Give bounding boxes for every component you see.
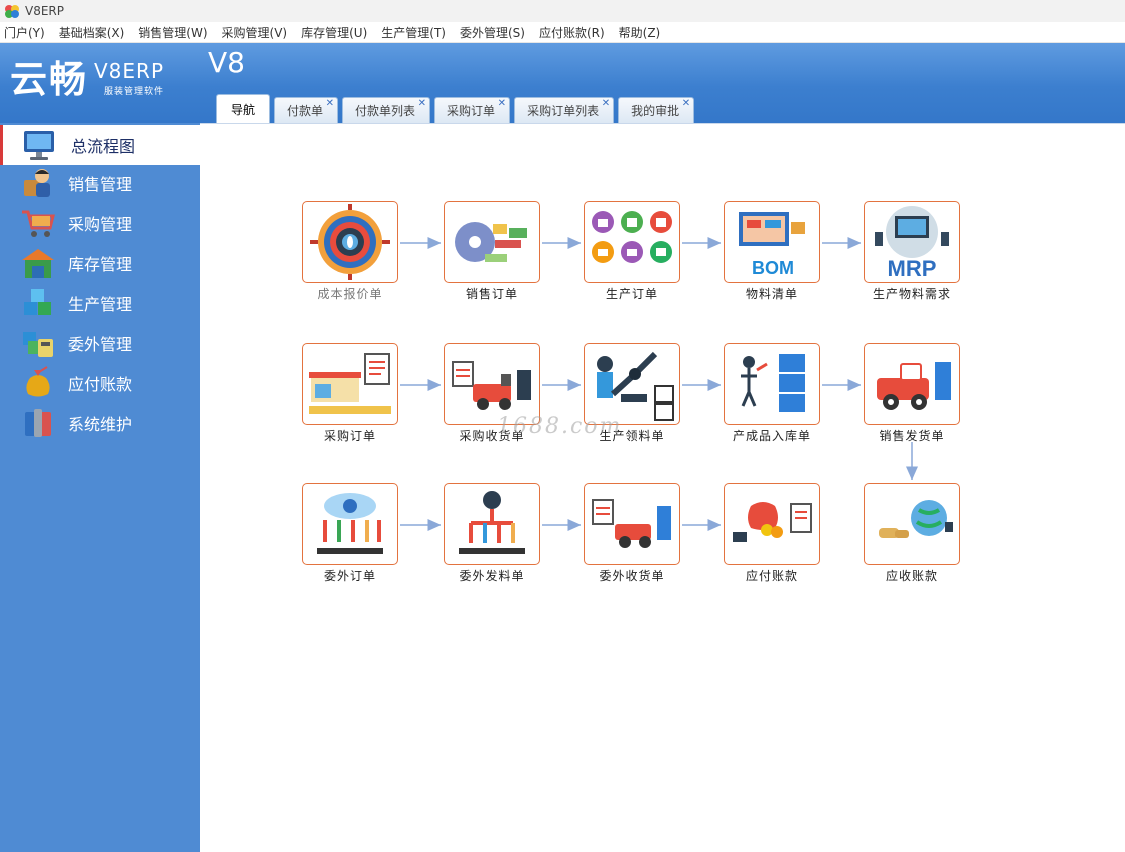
close-icon[interactable]: ✕ xyxy=(498,99,506,109)
close-icon[interactable]: ✕ xyxy=(602,99,610,109)
sidebar-item-label: 委外管理 xyxy=(68,335,133,354)
watermark: 1688.com xyxy=(497,414,623,439)
warehouse-icon xyxy=(22,249,54,278)
sidebar-item-label: 生产管理 xyxy=(68,295,133,314)
menu-sales[interactable]: 销售管理(W) xyxy=(138,24,207,41)
brand-name-cn: 云畅 xyxy=(10,58,88,101)
sidebar-item-purchase[interactable]: 采购管理 xyxy=(0,203,200,243)
sidebar-item-overall-flow[interactable]: 总流程图 xyxy=(0,125,200,165)
tab-label: 采购订单 xyxy=(447,104,496,118)
window-title: V8ERP xyxy=(25,4,64,18)
close-icon[interactable]: ✕ xyxy=(326,99,334,109)
menu-payable[interactable]: 应付账款(R) xyxy=(539,24,605,41)
menu-outsource[interactable]: 委外管理(S) xyxy=(460,24,525,41)
close-icon[interactable]: ✕ xyxy=(418,99,426,109)
menu-inventory[interactable]: 库存管理(U) xyxy=(301,24,367,41)
monitor-icon xyxy=(24,131,54,160)
salesperson-icon xyxy=(24,169,50,197)
version-label: V8 xyxy=(208,46,245,79)
sidebar-item-sales[interactable]: 销售管理 xyxy=(0,163,200,203)
menu-purchase[interactable]: 采购管理(V) xyxy=(222,24,288,41)
sidebar-item-inventory[interactable]: 库存管理 xyxy=(0,243,200,283)
tab-label: 我的审批 xyxy=(631,104,680,118)
flow-chart-canvas: 成本报价单 销售订单 生产订单 BOM 物料清单 MRP 生产物料需求 采购订单… xyxy=(200,123,1125,852)
tab-label: 付款单列表 xyxy=(355,104,416,118)
brand-tagline: 服装管理软件 xyxy=(103,87,164,97)
menu-basic-archive[interactable]: 基础档案(X) xyxy=(59,24,125,41)
shopping-cart-icon xyxy=(22,210,55,237)
close-icon[interactable]: ✕ xyxy=(682,99,690,109)
menu-portal[interactable]: 门户(Y) xyxy=(4,24,45,41)
tab-purchase-order-list[interactable]: 采购订单列表 ✕ xyxy=(514,97,615,123)
sidebar-item-label: 应付账款 xyxy=(68,375,133,394)
tab-my-approvals[interactable]: 我的审批 ✕ xyxy=(618,97,695,123)
outsource-icon xyxy=(23,332,53,357)
cubes-icon xyxy=(24,289,51,315)
brand-logo: 云畅 V8ERP 服装管理软件 xyxy=(10,60,164,104)
sidebar-item-label: 库存管理 xyxy=(68,255,133,274)
sidebar: 总流程图 销售管理 采购管理 库存管理 生产管理 委外管理 应付账款 系统维护 xyxy=(0,123,200,852)
sidebar-item-production[interactable]: 生产管理 xyxy=(0,283,200,323)
menu-help[interactable]: 帮助(Z) xyxy=(619,24,661,41)
app-logo-icon xyxy=(5,5,19,18)
title-bar: V8ERP xyxy=(0,0,1125,22)
menu-production[interactable]: 生产管理(T) xyxy=(381,24,446,41)
tab-label: 采购订单列表 xyxy=(527,104,600,118)
sidebar-item-outsource[interactable]: 委外管理 xyxy=(0,323,200,363)
sidebar-item-label: 总流程图 xyxy=(71,137,136,156)
sidebar-item-payable[interactable]: 应付账款 xyxy=(0,363,200,403)
tab-payment-voucher[interactable]: 付款单 ✕ xyxy=(274,97,339,123)
tab-label: 付款单 xyxy=(287,104,324,118)
money-bag-icon xyxy=(26,366,50,397)
brand-name-en: V8ERP xyxy=(94,59,164,83)
sidebar-item-label: 销售管理 xyxy=(68,175,133,194)
menu-bar: 门户(Y) 基础档案(X) 销售管理(W) 采购管理(V) 库存管理(U) 生产… xyxy=(0,22,1125,43)
tab-bar: 导航 付款单 ✕ 付款单列表 ✕ 采购订单 ✕ 采购订单列表 ✕ 我的审批 ✕ xyxy=(200,94,695,123)
tab-label: 导航 xyxy=(231,102,256,117)
sidebar-item-label: 采购管理 xyxy=(68,215,133,234)
sidebar-item-label: 系统维护 xyxy=(68,415,133,434)
tab-navigation[interactable]: 导航 xyxy=(216,94,271,123)
sidebar-item-maintenance[interactable]: 系统维护 xyxy=(0,403,200,443)
tools-icon xyxy=(25,409,51,437)
tab-payment-voucher-list[interactable]: 付款单列表 ✕ xyxy=(342,97,431,123)
flow-arrows xyxy=(400,237,918,531)
tab-purchase-order[interactable]: 采购订单 ✕ xyxy=(434,97,511,123)
